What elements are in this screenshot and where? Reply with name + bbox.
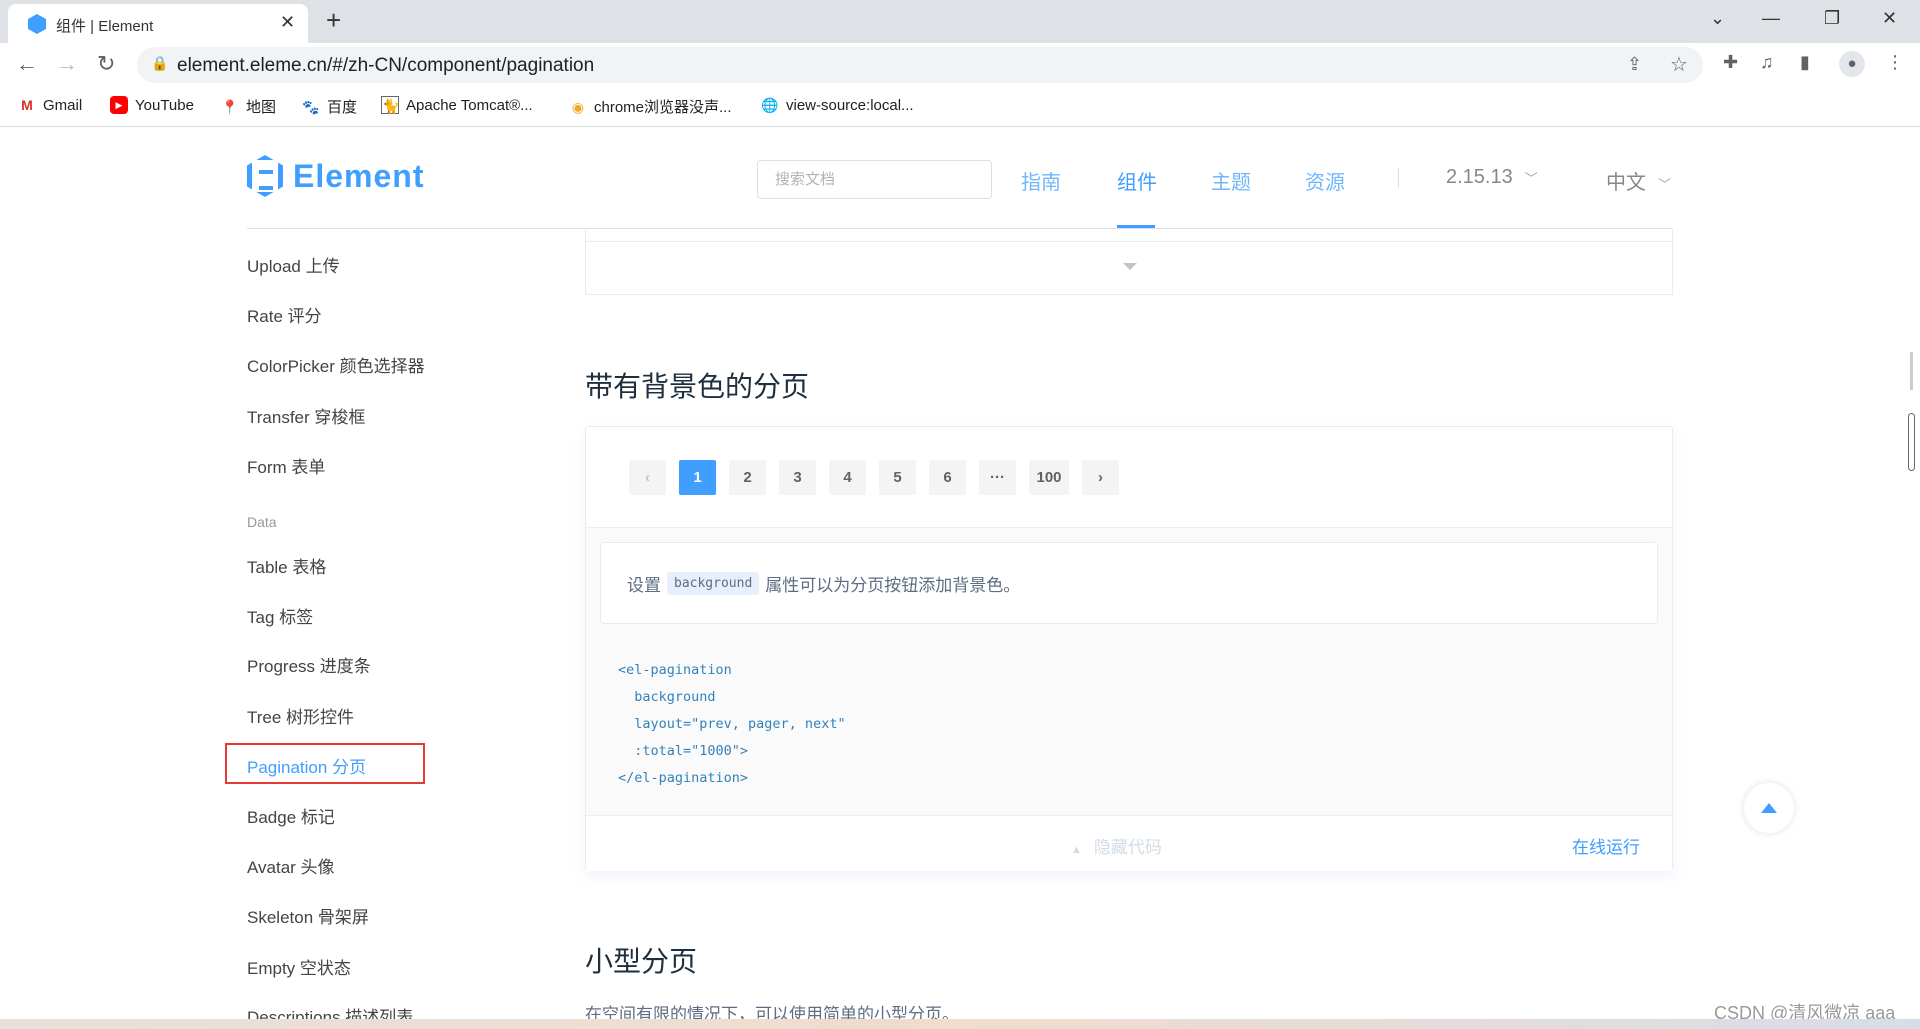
sidebar-item-badge[interactable]: Badge 标记 — [247, 803, 335, 828]
pagination: ‹ 1 2 3 4 5 6 ··· 100 › — [629, 460, 1119, 495]
bookmarks-bar: M Gmail ▶ YouTube 📍 地图 🐾 百度 🐈 Apache Tomcat®.… — [0, 85, 1920, 127]
code-line: background — [618, 689, 716, 705]
menu-kebab-icon[interactable]: ⋮ — [1886, 52, 1904, 73]
sidebar-item-skeleton[interactable]: Skeleton 骨架屏 — [247, 903, 369, 928]
bookmark-chrome-sound[interactable]: ◉ chrome浏览器没声... — [569, 96, 732, 117]
source-panel: 设置 background 属性可以为分页按钮添加背景色。 <el-pagina… — [586, 527, 1672, 815]
globe-icon: 🌐 — [761, 97, 779, 113]
baidu-paw-icon: 🐾 — [302, 98, 320, 115]
page-button-3[interactable]: 3 — [779, 460, 816, 495]
youtube-icon: ▶ — [110, 96, 128, 114]
tab-search-icon[interactable]: ⌄ — [1710, 8, 1725, 29]
version-dropdown[interactable]: 2.15.13 ﹀ — [1446, 166, 1538, 189]
prev-page-button[interactable]: ‹ — [629, 460, 666, 495]
code-line: <el-pagination — [618, 662, 732, 678]
section-title: 带有背景色的分页 — [585, 371, 810, 402]
previous-demo-card — [585, 228, 1673, 295]
sidebar-item-colorpicker[interactable]: ColorPicker 颜色选择器 — [247, 352, 425, 377]
bookmark-maps[interactable]: 📍 地图 — [221, 96, 276, 117]
scrollbar-track[interactable] — [1904, 128, 1920, 1019]
bookmark-gmail[interactable]: M Gmail — [18, 96, 82, 114]
sidebar-item-empty[interactable]: Empty 空状态 — [247, 954, 351, 979]
description: 设置 background 属性可以为分页按钮添加背景色。 — [600, 542, 1658, 624]
back-icon[interactable]: ← — [16, 51, 38, 77]
run-online-link[interactable]: 在线运行 — [1572, 833, 1640, 858]
address-bar[interactable]: 🔒 element.eleme.cn/#/zh-CN/component/pag… — [137, 47, 1703, 83]
nav-theme[interactable]: 主题 — [1211, 166, 1251, 195]
page-button-1[interactable]: 1 — [679, 460, 716, 495]
profile-avatar-icon[interactable]: ● — [1839, 51, 1865, 77]
page-button-4[interactable]: 4 — [829, 460, 866, 495]
page-button-5[interactable]: 5 — [879, 460, 916, 495]
sidebar-group-data: Data — [247, 514, 277, 530]
bookmark-star-icon[interactable]: ☆ — [1670, 52, 1688, 77]
sidebar-item-tree[interactable]: Tree 树形控件 — [247, 703, 354, 728]
code-line: </el-pagination> — [618, 770, 749, 786]
code-line: :total="1000"> — [618, 743, 749, 759]
nav-divider — [1398, 168, 1399, 188]
gmail-icon: M — [21, 97, 33, 113]
page-button-6[interactable]: 6 — [929, 460, 966, 495]
sidebar-item-form[interactable]: Form 表单 — [247, 453, 325, 478]
close-tab-icon[interactable]: ✕ — [280, 12, 295, 33]
chevron-down-icon: ﹀ — [1658, 177, 1672, 192]
inline-code: background — [667, 571, 760, 595]
highlight-box — [225, 743, 425, 784]
card-divider — [586, 241, 1672, 242]
extensions-icon[interactable]: ✚ — [1723, 52, 1738, 73]
reload-icon[interactable]: ↻ — [97, 51, 115, 77]
bookmark-baidu[interactable]: 🐾 百度 — [302, 96, 357, 117]
tab-title: 组件 | Element — [56, 18, 154, 35]
media-control-icon[interactable]: ♫ — [1760, 52, 1774, 73]
scrollbar-marker — [1910, 352, 1913, 390]
new-tab-button[interactable]: + — [326, 5, 341, 36]
sidebar-item-avatar[interactable]: Avatar 头像 — [247, 853, 335, 878]
bookmark-tomcat[interactable]: 🐈 Apache Tomcat®... — [381, 96, 533, 114]
tomcat-icon: 🐈 — [381, 96, 400, 114]
bookmark-view-source[interactable]: 🌐 view-source:local... — [761, 96, 913, 114]
maps-pin-icon: 📍 — [221, 98, 239, 115]
element-logo-icon — [247, 155, 283, 197]
page-button-2[interactable]: 2 — [729, 460, 766, 495]
hide-code-button[interactable]: ▲ 隐藏代码 — [1071, 833, 1162, 858]
nav-resource[interactable]: 资源 — [1305, 166, 1345, 195]
lock-icon: 🔒 — [151, 55, 169, 71]
sidebar-item-rate[interactable]: Rate 评分 — [247, 302, 322, 327]
scrollbar-thumb[interactable] — [1908, 413, 1915, 471]
taskbar — [0, 1019, 1920, 1029]
caret-up-icon: ▲ — [1071, 844, 1082, 856]
next-page-button[interactable]: › — [1082, 460, 1119, 495]
demo-card: ‹ 1 2 3 4 5 6 ··· 100 › 设置 background 属性… — [585, 426, 1673, 871]
demo-control-bar: ▲ 隐藏代码 在线运行 — [586, 815, 1672, 871]
language-dropdown[interactable]: 中文 ﹀ — [1606, 166, 1671, 195]
nav-guide[interactable]: 指南 — [1021, 166, 1061, 195]
sidebar-item-tag[interactable]: Tag 标签 — [247, 603, 313, 628]
expand-code-caret-icon[interactable] — [1123, 263, 1137, 270]
forward-icon[interactable]: → — [56, 51, 78, 77]
sidebar-item-progress[interactable]: Progress 进度条 — [247, 652, 371, 677]
nav-component[interactable]: 组件 — [1117, 166, 1157, 195]
minimize-button[interactable]: — — [1762, 8, 1780, 29]
code-line: layout="prev, pager, next" — [618, 716, 846, 732]
sidebar-item-table[interactable]: Table 表格 — [247, 553, 326, 578]
url-text: element.eleme.cn/#/zh-CN/component/pagin… — [177, 55, 595, 76]
sidebar-item-transfer[interactable]: Transfer 穿梭框 — [247, 403, 365, 428]
browser-tab[interactable]: 组件 | Element ✕ — [8, 4, 308, 43]
close-window-button[interactable]: ✕ — [1882, 8, 1897, 29]
back-to-top-button[interactable] — [1744, 783, 1794, 833]
chevron-down-icon: ﹀ — [1524, 171, 1538, 186]
more-pages-button[interactable]: ··· — [979, 460, 1016, 495]
element-favicon-icon — [28, 14, 46, 34]
maximize-button[interactable]: ❐ — [1824, 8, 1840, 29]
caret-up-icon — [1761, 803, 1777, 813]
bookmark-youtube[interactable]: ▶ YouTube — [110, 96, 194, 114]
share-icon[interactable]: ⇪ — [1627, 54, 1642, 75]
side-panel-icon[interactable]: ▮ — [1800, 52, 1810, 73]
sidebar-item-upload[interactable]: Upload 上传 — [247, 252, 340, 277]
orange-circle-icon: ◉ — [571, 98, 585, 115]
element-logo[interactable]: Element — [247, 155, 424, 197]
page-button-100[interactable]: 100 — [1029, 460, 1069, 495]
search-docs-input[interactable] — [757, 160, 992, 199]
next-section-title: 小型分页 — [585, 946, 698, 977]
